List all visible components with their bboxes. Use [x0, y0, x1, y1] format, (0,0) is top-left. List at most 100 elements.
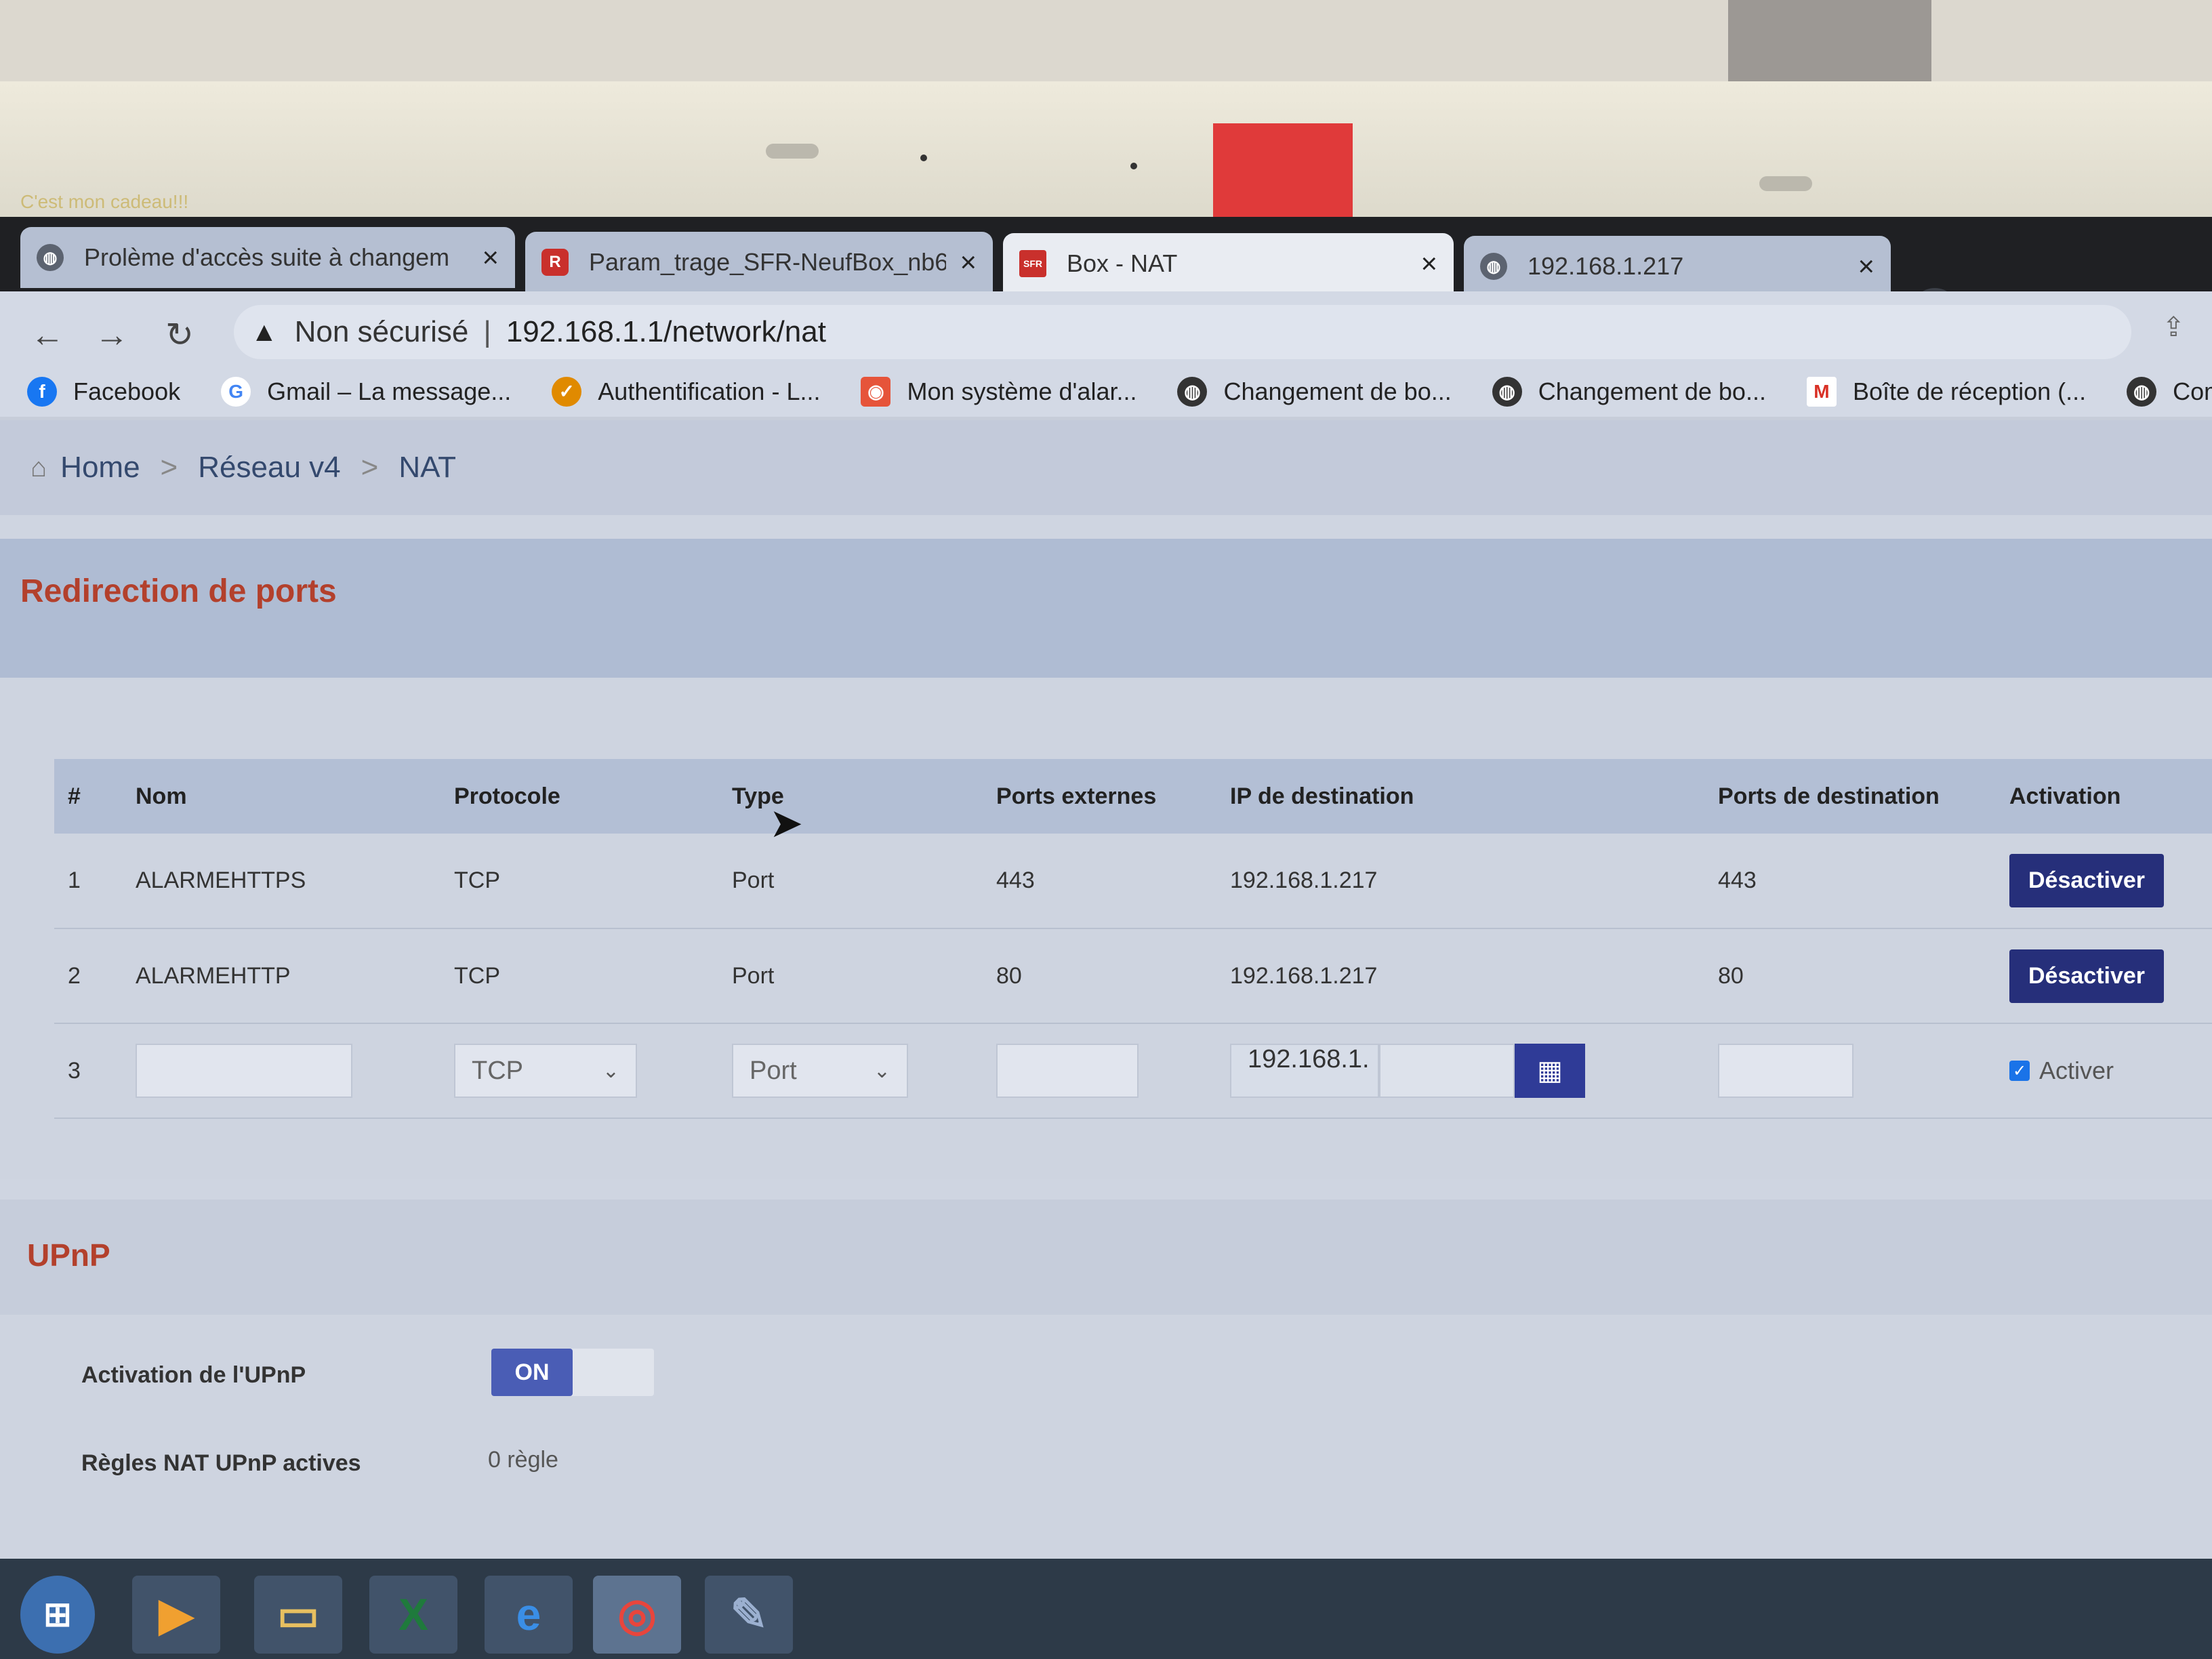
section-header-upnp: UPnP	[0, 1200, 2212, 1315]
bookmark-facebook[interactable]: f Facebook	[27, 376, 180, 407]
globe-icon: ◍	[1480, 253, 1507, 280]
mouse-cursor-icon: ➤	[769, 800, 804, 846]
breadcrumb-reseau[interactable]: Réseau v4	[198, 451, 340, 485]
rule-external-ports: 443	[996, 867, 1035, 893]
toggle-on-label[interactable]: ON	[491, 1349, 573, 1396]
rule-protocol: TCP	[454, 962, 500, 989]
internet-explorer-icon: e	[516, 1589, 541, 1639]
home-icon[interactable]: ⌂	[30, 453, 47, 483]
browser-tab-active[interactable]: SFR Box - NAT ×	[1003, 233, 1454, 294]
ip-prefix-field: 192.168.1.	[1230, 1044, 1379, 1098]
reload-icon[interactable]: ↻	[159, 315, 200, 354]
rule-destination-ip: 192.168.1.217	[1230, 962, 1378, 989]
upnp-rules-label: Règles NAT UPnP actives	[81, 1450, 361, 1476]
bookmarks-bar: f Facebook G Gmail – La message... ✓ Authen…	[0, 366, 2212, 417]
address-separator: |	[483, 315, 491, 348]
checkbox-checked-icon[interactable]: ✓	[2009, 1061, 2030, 1081]
rule-type: Port	[732, 962, 775, 989]
rule-destination-ports: 443	[1718, 867, 1757, 893]
column-header: IP de destination	[1230, 783, 1414, 809]
tab-title: 192.168.1.217	[1528, 252, 1684, 280]
section-header-ports: Redirection de ports	[0, 539, 2212, 678]
bookmark-label: Changement de bo...	[1223, 377, 1452, 405]
section-title: Redirection de ports	[20, 573, 337, 609]
browser-toolbar: ← → ↻ ▲ Non sécurisé | 192.168.1.1/netwo…	[0, 291, 2212, 366]
app-icon: ✎	[730, 1589, 768, 1639]
table-row: 1 ALARMEHTTPS TCP Port 443 192.168.1.217…	[54, 834, 2212, 928]
type-cell: Port ⌄	[718, 1023, 983, 1118]
browser-tab[interactable]: ◍ Prolème d'accès suite à changem ×	[20, 227, 515, 288]
warning-icon[interactable]: ▲	[251, 317, 278, 348]
column-header: Protocole	[454, 783, 560, 809]
taskbar-ie[interactable]: e	[485, 1576, 573, 1654]
row-number: 1	[68, 867, 81, 893]
activate-checkbox-group[interactable]: ✓ Activer	[2009, 1057, 2198, 1085]
device-picker-button[interactable]: ▦	[1515, 1044, 1585, 1098]
breadcrumb: ⌂ Home > Réseau v4 > NAT	[30, 441, 456, 495]
taskbar-excel[interactable]: X	[369, 1576, 457, 1654]
bookmark-inbox[interactable]: M Boîte de réception (...	[1806, 376, 2086, 407]
breadcrumb-home[interactable]: Home	[60, 451, 140, 485]
close-icon[interactable]: ×	[1858, 250, 1875, 283]
bezel-dot	[1130, 163, 1137, 169]
taskbar: ⊞ ▶ ▭ X e ◎ ✎	[0, 1559, 2212, 1659]
monitor-screen: ◍ Prolème d'accès suite à changem × R Pa…	[0, 217, 2212, 1659]
bookmark-changement-2[interactable]: ◍ Changement de bo...	[1492, 376, 1766, 407]
rule-type: Port	[732, 867, 775, 893]
taskbar-media-player[interactable]: ▶	[132, 1576, 220, 1654]
deactivate-button[interactable]: Désactiver	[2009, 854, 2165, 907]
activation-cell: ✓ Activer	[1996, 1023, 2212, 1118]
excel-icon: X	[398, 1589, 429, 1639]
close-icon[interactable]: ×	[960, 246, 977, 279]
ip-suffix-input[interactable]	[1379, 1044, 1515, 1098]
browser-tab[interactable]: ◍ 192.168.1.217 ×	[1464, 236, 1891, 297]
share-icon[interactable]: ⇪	[2162, 312, 2185, 343]
activate-label[interactable]: Activer	[2039, 1057, 2114, 1085]
taskbar-app[interactable]: ✎	[705, 1576, 793, 1654]
column-header: Type	[732, 783, 784, 809]
tab-title: Param_trage_SFR-NeufBox_nb6_	[589, 248, 947, 276]
media-player-icon: ▶	[159, 1589, 194, 1639]
taskbar-explorer[interactable]: ▭	[254, 1576, 342, 1654]
bookmark-label: Gmail – La message...	[267, 377, 512, 405]
column-header: Ports de destination	[1718, 783, 1940, 809]
bookmark-alarme[interactable]: ◉ Mon système d'alar...	[861, 376, 1136, 407]
grid-icon: ▦	[1537, 1056, 1563, 1086]
table-row: 2 ALARMEHTTP TCP Port 80 192.168.1.217 8…	[54, 928, 2212, 1023]
column-header: Ports externes	[996, 783, 1157, 809]
close-icon[interactable]: ×	[482, 241, 499, 274]
deactivate-button[interactable]: Désactiver	[2009, 949, 2165, 1003]
start-button[interactable]: ⊞	[20, 1576, 95, 1654]
bookmark-label: Authentification - L...	[598, 377, 821, 405]
browser-tab[interactable]: R Param_trage_SFR-NeufBox_nb6_ ×	[525, 232, 993, 293]
forward-arrow-icon[interactable]: →	[91, 315, 132, 354]
url-text[interactable]: 192.168.1.1/network/nat	[506, 315, 826, 349]
chrome-icon: ◎	[617, 1589, 657, 1639]
bezel-note: C'est mon cadeau!!!	[20, 191, 189, 212]
name-input[interactable]	[136, 1044, 352, 1098]
column-header: #	[68, 783, 81, 809]
globe-icon: ◍	[1492, 376, 1522, 407]
target-icon: ◉	[861, 376, 891, 407]
upnp-toggle[interactable]: ON	[491, 1349, 654, 1396]
bookmark-authentification[interactable]: ✓ Authentification - L...	[552, 376, 821, 407]
bezel-slot	[766, 144, 819, 159]
security-label[interactable]: Non sécurisé	[295, 315, 469, 349]
address-bar[interactable]: ▲ Non sécurisé | 192.168.1.1/network/nat	[234, 305, 2131, 359]
close-icon[interactable]: ×	[1420, 247, 1437, 280]
sfr-icon: SFR	[1019, 250, 1046, 277]
taskbar-chrome[interactable]: ◎	[593, 1576, 681, 1654]
ports-section: # Nom Protocole Type Ports externes IP d…	[0, 678, 2212, 1179]
bookmark-label: Comment ouvrir les	[2173, 377, 2212, 405]
type-select[interactable]: Port ⌄	[732, 1044, 908, 1098]
destination-ports-input[interactable]	[1718, 1044, 1853, 1098]
bookmark-changement-1[interactable]: ◍ Changement de bo...	[1177, 376, 1452, 407]
back-arrow-icon[interactable]: ←	[27, 315, 68, 354]
bookmark-gmail[interactable]: G Gmail – La message...	[221, 376, 512, 407]
type-select-value: Port	[750, 1056, 797, 1085]
destination-ip-group: 192.168.1. ▦	[1230, 1044, 1691, 1098]
bookmark-comment[interactable]: ◍ Comment ouvrir les	[2127, 376, 2212, 407]
external-ports-input[interactable]	[996, 1044, 1139, 1098]
windows-icon: ⊞	[43, 1595, 72, 1633]
protocol-select[interactable]: TCP ⌄	[454, 1044, 637, 1098]
